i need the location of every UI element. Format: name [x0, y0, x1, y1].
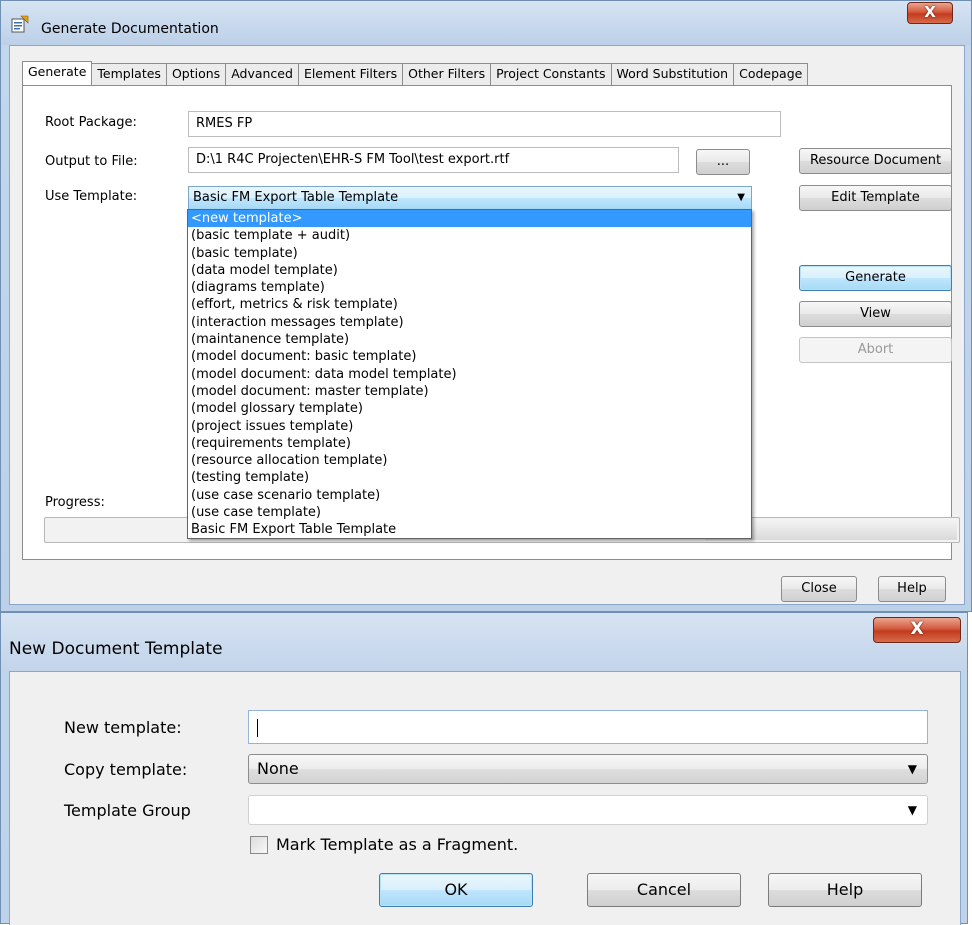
ok-button[interactable]: OK — [379, 873, 533, 907]
template-select[interactable]: Basic FM Export Table Template ▼ — [188, 186, 752, 210]
dropdown-arrow-icon: ▼ — [907, 803, 917, 817]
browse-button[interactable]: ... — [696, 149, 750, 175]
output-file-label: Output to File: — [45, 154, 138, 169]
close-window-button[interactable]: X — [907, 2, 953, 24]
generate-documentation-window: Generate Documentation X Generate Templa… — [0, 0, 972, 612]
tab-templates[interactable]: Templates — [91, 63, 167, 85]
output-file-field[interactable]: D:\1 R4C Projecten\EHR-S FM Tool\test ex… — [188, 147, 679, 173]
close-window-button[interactable]: X — [873, 617, 961, 643]
dropdown-option[interactable]: (model glossary template) — [188, 400, 751, 417]
new-template-input[interactable] — [248, 710, 928, 744]
dropdown-arrow-icon: ▼ — [737, 192, 745, 203]
new-template-label: New template: — [64, 718, 182, 737]
close-button[interactable]: Close — [781, 576, 857, 602]
tab-word-substitution[interactable]: Word Substitution — [610, 63, 735, 85]
template-group-select[interactable]: ▼ — [248, 795, 928, 825]
dropdown-option[interactable]: (testing template) — [188, 469, 751, 486]
tab-other-filters[interactable]: Other Filters — [402, 63, 492, 85]
view-button[interactable]: View — [799, 301, 952, 327]
dropdown-option[interactable]: (basic template) — [188, 245, 751, 262]
dropdown-option[interactable]: (model document: basic template) — [188, 348, 751, 365]
progress-label: Progress: — [45, 495, 105, 510]
dropdown-option[interactable]: <new template> — [188, 210, 751, 228]
dropdown-option[interactable]: (use case template) — [188, 504, 751, 521]
copy-template-value: None — [257, 759, 299, 778]
dropdown-arrow-icon: ▼ — [907, 762, 917, 776]
tab-element-filters[interactable]: Element Filters — [297, 63, 404, 85]
root-package-field[interactable]: RMES FP — [188, 111, 781, 137]
resource-document-button[interactable]: Resource Document — [799, 148, 952, 174]
fragment-checkbox[interactable] — [250, 836, 268, 854]
cancel-button[interactable]: Cancel — [587, 873, 741, 907]
tab-options[interactable]: Options — [165, 63, 227, 85]
dropdown-option[interactable]: (basic template + audit) — [188, 227, 751, 244]
copy-template-label: Copy template: — [64, 760, 188, 779]
text-caret — [257, 718, 258, 737]
root-package-label: Root Package: — [45, 115, 137, 130]
fragment-label: Mark Template as a Fragment. — [276, 835, 519, 854]
dropdown-option[interactable]: (model document: data model template) — [188, 366, 751, 383]
window-title: New Document Template — [9, 639, 223, 659]
title-bar: Generate Documentation X — [1, 1, 971, 45]
help-button[interactable]: Help — [878, 576, 946, 602]
dropdown-option[interactable]: (maintanence template) — [188, 331, 751, 348]
document-generator-icon — [11, 15, 29, 33]
dropdown-option[interactable]: Basic FM Export Table Template — [188, 521, 751, 538]
copy-template-select[interactable]: None ▼ — [248, 754, 928, 784]
generate-button[interactable]: Generate — [799, 265, 952, 291]
abort-button: Abort — [799, 337, 952, 363]
tab-advanced[interactable]: Advanced — [225, 63, 299, 85]
window-title: Generate Documentation — [41, 21, 219, 37]
dropdown-option[interactable]: (diagrams template) — [188, 279, 751, 296]
template-select-value: Basic FM Export Table Template — [193, 190, 399, 205]
new-document-template-window: New Document Template X New template: Co… — [0, 612, 968, 925]
dropdown-option[interactable]: (resource allocation template) — [188, 452, 751, 469]
edit-template-button[interactable]: Edit Template — [799, 185, 952, 211]
dropdown-option[interactable]: (effort, metrics & risk template) — [188, 296, 751, 313]
template-group-label: Template Group — [64, 801, 191, 820]
template-dropdown-list[interactable]: <new template> (basic template + audit) … — [187, 209, 752, 539]
help-button[interactable]: Help — [768, 873, 922, 907]
dropdown-option[interactable]: (data model template) — [188, 262, 751, 279]
dropdown-option[interactable]: (requirements template) — [188, 435, 751, 452]
dropdown-option[interactable]: (interaction messages template) — [188, 314, 751, 331]
tab-project-constants[interactable]: Project Constants — [490, 63, 612, 85]
dropdown-option[interactable]: (model document: master template) — [188, 383, 751, 400]
dropdown-option[interactable]: (project issues template) — [188, 418, 751, 435]
dialog-body: New template: Copy template: None ▼ Temp… — [9, 671, 961, 925]
tab-generate[interactable]: Generate — [22, 61, 93, 85]
use-template-label: Use Template: — [45, 189, 138, 204]
tab-strip: Generate Templates Options Advanced Elem… — [22, 61, 809, 85]
dropdown-option[interactable]: (use case scenario template) — [188, 487, 751, 504]
tab-codepage[interactable]: Codepage — [733, 63, 809, 85]
